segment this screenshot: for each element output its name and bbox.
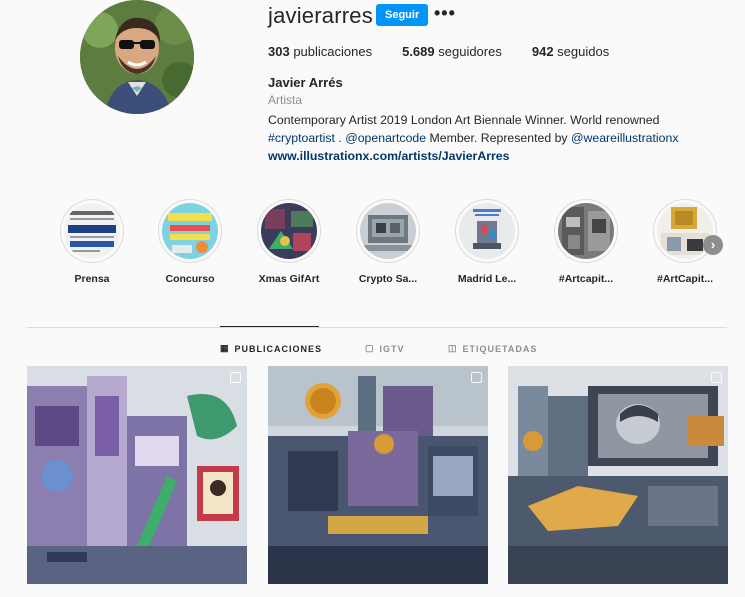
followers-stat[interactable]: 5.689 seguidores (402, 44, 502, 59)
highlight-label: Concurso (165, 273, 215, 285)
profile-bio: Contemporary Artist 2019 London Art Bien… (268, 111, 708, 165)
bio-line: Contemporary Artist 2019 London Art Bien… (268, 113, 660, 127)
posts-stat: 303 publicaciones (268, 44, 372, 59)
highlight-label: #Artcapit... (558, 273, 614, 285)
highlight-label: Madrid Le... (457, 273, 517, 285)
multiple-posts-icon (230, 372, 241, 383)
highlight-crypto[interactable]: Crypto Sa... (349, 199, 427, 285)
profile-website-link[interactable]: www.illustrationx.com/artists/JavierArre… (268, 147, 708, 165)
tab-label: IGTV (379, 343, 405, 354)
tab-publicaciones[interactable]: ▦ PUBLICACIONES (220, 343, 322, 354)
contest-thumbnail-icon (162, 203, 218, 259)
profile-category: Artista (268, 93, 303, 107)
tagged-icon: ◫ (448, 343, 458, 353)
highlight-madrid[interactable]: Madrid Le... (448, 199, 526, 285)
post-thumbnail[interactable] (27, 366, 247, 584)
bio-line-2: #cryptoartist . @openartcode Member. Rep… (268, 129, 708, 147)
bio-mention-illustrationx[interactable]: @weareillustrationx (571, 131, 678, 145)
post-thumbnail[interactable] (268, 366, 488, 584)
followers-label: seguidores (434, 44, 502, 59)
avatar-image (80, 0, 194, 114)
following-count: 942 (531, 44, 554, 59)
artwork-image (27, 366, 247, 584)
chevron-right-icon[interactable]: › (703, 235, 723, 255)
highlight-concurso[interactable]: Concurso (151, 199, 229, 285)
post-thumbnail[interactable] (508, 366, 728, 584)
tab-etiquetadas[interactable]: ◫ ETIQUETADAS (448, 343, 537, 354)
posts-count: 303 (268, 44, 290, 59)
highlight-label: Crypto Sa... (358, 273, 418, 285)
tab-igtv[interactable]: ▢ IGTV (365, 343, 405, 354)
follow-button[interactable]: Seguir (376, 4, 429, 26)
highlight-label: Prensa (74, 273, 110, 285)
story-highlights: Prensa Concurso Xmas GifArt Crypto Sa...… (53, 199, 733, 294)
bio-mention-openartcode[interactable]: @openartcode (345, 131, 426, 145)
crypto-thumbnail-icon (360, 203, 416, 259)
multiple-posts-icon (711, 372, 722, 383)
tabs-divider (27, 327, 727, 328)
highlight-xmas-gifart[interactable]: Xmas GifArt (250, 199, 328, 285)
newspaper-thumbnail-icon (64, 203, 120, 259)
following-stat[interactable]: 942 seguidos (532, 44, 609, 59)
posts-label: publicaciones (289, 44, 373, 59)
artwork-image (508, 366, 728, 584)
bio-hashtag[interactable]: #cryptoartist (268, 131, 335, 145)
artcapital-thumbnail-icon (558, 203, 614, 259)
highlight-artcapital[interactable]: #Artcapit... (547, 199, 625, 285)
following-label: seguidos (553, 44, 610, 59)
profile-username: javierarres (268, 3, 373, 28)
xmas-thumbnail-icon (261, 203, 317, 259)
profile-avatar[interactable] (80, 0, 194, 114)
active-tab-indicator (220, 326, 319, 327)
artwork-image (268, 366, 488, 584)
madrid-thumbnail-icon (459, 203, 515, 259)
tab-label: ETIQUETADAS (462, 343, 538, 354)
profile-stats: 303 publicaciones 5.689 seguidores 942 s… (268, 44, 639, 59)
highlight-label: #ArtCapit... (656, 273, 713, 285)
bio-text: Member. Represented by (426, 131, 571, 145)
profile-full-name: Javier Arrés (268, 75, 343, 90)
followers-count: 5.689 (402, 44, 435, 59)
bio-separator: . (334, 131, 346, 145)
highlight-prensa[interactable]: Prensa (53, 199, 131, 285)
multiple-posts-icon (471, 372, 482, 383)
highlight-label: Xmas GifArt (258, 273, 320, 285)
igtv-icon: ▢ (365, 343, 375, 353)
grid-icon: ▦ (220, 343, 230, 353)
tab-label: PUBLICACIONES (234, 343, 323, 354)
more-options-icon[interactable]: ••• (434, 4, 456, 22)
